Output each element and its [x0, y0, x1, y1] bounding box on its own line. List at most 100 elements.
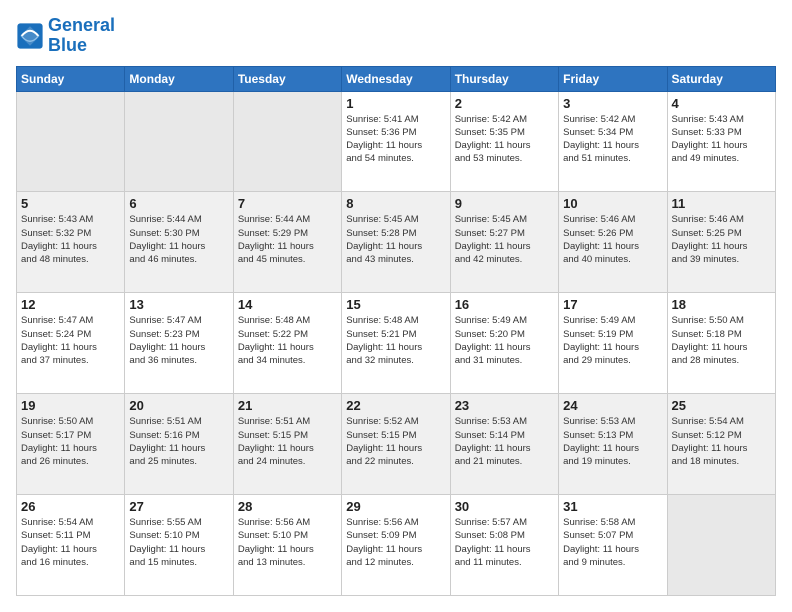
- weekday-header-monday: Monday: [125, 66, 233, 91]
- day-number: 26: [21, 499, 120, 514]
- day-number: 3: [563, 96, 662, 111]
- calendar-cell: 8Sunrise: 5:45 AM Sunset: 5:28 PM Daylig…: [342, 192, 450, 293]
- day-info: Sunrise: 5:43 AM Sunset: 5:33 PM Dayligh…: [672, 113, 771, 166]
- day-info: Sunrise: 5:53 AM Sunset: 5:14 PM Dayligh…: [455, 415, 554, 468]
- day-info: Sunrise: 5:44 AM Sunset: 5:29 PM Dayligh…: [238, 213, 337, 266]
- day-number: 16: [455, 297, 554, 312]
- day-info: Sunrise: 5:47 AM Sunset: 5:23 PM Dayligh…: [129, 314, 228, 367]
- day-number: 27: [129, 499, 228, 514]
- day-info: Sunrise: 5:58 AM Sunset: 5:07 PM Dayligh…: [563, 516, 662, 569]
- calendar-week-row: 26 Sunrise: 5:54 AM Sunset: 5:11 PM Dayli…: [17, 495, 776, 596]
- day-number: 12: [21, 297, 120, 312]
- calendar-cell: [233, 91, 341, 192]
- day-number: 13: [129, 297, 228, 312]
- logo-icon: [16, 22, 44, 50]
- calendar-cell: 1Sunrise: 5:41 AM Sunset: 5:36 PM Daylig…: [342, 91, 450, 192]
- calendar-cell: 16 Sunrise: 5:49 AM Sunset: 5:20 PM Dayli…: [450, 293, 558, 394]
- day-info: Sunrise: 5:46 AM Sunset: 5:26 PM Dayligh…: [563, 213, 662, 266]
- logo: General Blue: [16, 16, 115, 56]
- calendar-cell: 21 Sunrise: 5:51 AM Sunset: 5:15 PM Dayli…: [233, 394, 341, 495]
- calendar-cell: 2 Sunrise: 5:42 AM Sunset: 5:35 PM Daylig…: [450, 91, 558, 192]
- calendar-cell: 6 Sunrise: 5:44 AM Sunset: 5:30 PM Daylig…: [125, 192, 233, 293]
- day-info: Sunrise: 5:54 AM Sunset: 5:12 PM Dayligh…: [672, 415, 771, 468]
- day-number: 29: [346, 499, 445, 514]
- calendar-cell: [17, 91, 125, 192]
- calendar-cell: 11 Sunrise: 5:46 AM Sunset: 5:25 PM Dayli…: [667, 192, 775, 293]
- day-number: 17: [563, 297, 662, 312]
- day-info: Sunrise: 5:53 AM Sunset: 5:13 PM Dayligh…: [563, 415, 662, 468]
- calendar-cell: 18 Sunrise: 5:50 AM Sunset: 5:18 PM Dayli…: [667, 293, 775, 394]
- weekday-header-wednesday: Wednesday: [342, 66, 450, 91]
- calendar-cell: 28 Sunrise: 5:56 AM Sunset: 5:10 PM Dayli…: [233, 495, 341, 596]
- day-info: Sunrise: 5:51 AM Sunset: 5:15 PM Dayligh…: [238, 415, 337, 468]
- day-number: 14: [238, 297, 337, 312]
- day-info: Sunrise: 5:42 AM Sunset: 5:35 PM Dayligh…: [455, 113, 554, 166]
- calendar-cell: 4 Sunrise: 5:43 AM Sunset: 5:33 PM Daylig…: [667, 91, 775, 192]
- day-info: Sunrise: 5:47 AM Sunset: 5:24 PM Dayligh…: [21, 314, 120, 367]
- day-number: 22: [346, 398, 445, 413]
- calendar-cell: 29 Sunrise: 5:56 AM Sunset: 5:09 PM Dayli…: [342, 495, 450, 596]
- calendar-cell: 31Sunrise: 5:58 AM Sunset: 5:07 PM Dayli…: [559, 495, 667, 596]
- calendar-week-row: 19 Sunrise: 5:50 AM Sunset: 5:17 PM Dayli…: [17, 394, 776, 495]
- day-number: 7: [238, 196, 337, 211]
- calendar-cell: 23 Sunrise: 5:53 AM Sunset: 5:14 PM Dayli…: [450, 394, 558, 495]
- day-info: Sunrise: 5:56 AM Sunset: 5:10 PM Dayligh…: [238, 516, 337, 569]
- calendar-cell: 24 Sunrise: 5:53 AM Sunset: 5:13 PM Dayli…: [559, 394, 667, 495]
- calendar-cell: 27 Sunrise: 5:55 AM Sunset: 5:10 PM Dayli…: [125, 495, 233, 596]
- weekday-header-tuesday: Tuesday: [233, 66, 341, 91]
- weekday-header-saturday: Saturday: [667, 66, 775, 91]
- day-number: 20: [129, 398, 228, 413]
- logo-line1: General: [48, 16, 115, 36]
- calendar-cell: 7 Sunrise: 5:44 AM Sunset: 5:29 PM Daylig…: [233, 192, 341, 293]
- calendar-cell: 3 Sunrise: 5:42 AM Sunset: 5:34 PM Daylig…: [559, 91, 667, 192]
- calendar-cell: 10Sunrise: 5:46 AM Sunset: 5:26 PM Dayli…: [559, 192, 667, 293]
- weekday-header-friday: Friday: [559, 66, 667, 91]
- day-number: 24: [563, 398, 662, 413]
- day-number: 21: [238, 398, 337, 413]
- calendar-cell: 13 Sunrise: 5:47 AM Sunset: 5:23 PM Dayli…: [125, 293, 233, 394]
- logo-line2: Blue: [48, 36, 115, 56]
- day-number: 15: [346, 297, 445, 312]
- day-number: 2: [455, 96, 554, 111]
- day-info: Sunrise: 5:52 AM Sunset: 5:15 PM Dayligh…: [346, 415, 445, 468]
- day-info: Sunrise: 5:46 AM Sunset: 5:25 PM Dayligh…: [672, 213, 771, 266]
- calendar-cell: 9 Sunrise: 5:45 AM Sunset: 5:27 PM Daylig…: [450, 192, 558, 293]
- day-number: 19: [21, 398, 120, 413]
- calendar-cell: 19 Sunrise: 5:50 AM Sunset: 5:17 PM Dayli…: [17, 394, 125, 495]
- calendar-cell: 5 Sunrise: 5:43 AM Sunset: 5:32 PM Daylig…: [17, 192, 125, 293]
- day-info: Sunrise: 5:42 AM Sunset: 5:34 PM Dayligh…: [563, 113, 662, 166]
- calendar-cell: 14Sunrise: 5:48 AM Sunset: 5:22 PM Dayli…: [233, 293, 341, 394]
- day-info: Sunrise: 5:50 AM Sunset: 5:17 PM Dayligh…: [21, 415, 120, 468]
- calendar-week-row: 12 Sunrise: 5:47 AM Sunset: 5:24 PM Dayli…: [17, 293, 776, 394]
- calendar-week-row: 1Sunrise: 5:41 AM Sunset: 5:36 PM Daylig…: [17, 91, 776, 192]
- day-info: Sunrise: 5:50 AM Sunset: 5:18 PM Dayligh…: [672, 314, 771, 367]
- calendar-cell: 20 Sunrise: 5:51 AM Sunset: 5:16 PM Dayli…: [125, 394, 233, 495]
- day-number: 11: [672, 196, 771, 211]
- calendar-cell: 26 Sunrise: 5:54 AM Sunset: 5:11 PM Dayli…: [17, 495, 125, 596]
- day-info: Sunrise: 5:56 AM Sunset: 5:09 PM Dayligh…: [346, 516, 445, 569]
- calendar-week-row: 5 Sunrise: 5:43 AM Sunset: 5:32 PM Daylig…: [17, 192, 776, 293]
- day-info: Sunrise: 5:43 AM Sunset: 5:32 PM Dayligh…: [21, 213, 120, 266]
- day-number: 1: [346, 96, 445, 111]
- day-info: Sunrise: 5:55 AM Sunset: 5:10 PM Dayligh…: [129, 516, 228, 569]
- day-number: 5: [21, 196, 120, 211]
- day-info: Sunrise: 5:51 AM Sunset: 5:16 PM Dayligh…: [129, 415, 228, 468]
- day-info: Sunrise: 5:45 AM Sunset: 5:27 PM Dayligh…: [455, 213, 554, 266]
- day-number: 18: [672, 297, 771, 312]
- day-info: Sunrise: 5:48 AM Sunset: 5:21 PM Dayligh…: [346, 314, 445, 367]
- day-number: 4: [672, 96, 771, 111]
- calendar-table: SundayMondayTuesdayWednesdayThursdayFrid…: [16, 66, 776, 596]
- calendar-cell: 25Sunrise: 5:54 AM Sunset: 5:12 PM Dayli…: [667, 394, 775, 495]
- day-info: Sunrise: 5:49 AM Sunset: 5:19 PM Dayligh…: [563, 314, 662, 367]
- day-number: 6: [129, 196, 228, 211]
- day-info: Sunrise: 5:49 AM Sunset: 5:20 PM Dayligh…: [455, 314, 554, 367]
- day-number: 9: [455, 196, 554, 211]
- weekday-header-sunday: Sunday: [17, 66, 125, 91]
- day-info: Sunrise: 5:44 AM Sunset: 5:30 PM Dayligh…: [129, 213, 228, 266]
- day-number: 8: [346, 196, 445, 211]
- day-number: 28: [238, 499, 337, 514]
- day-info: Sunrise: 5:54 AM Sunset: 5:11 PM Dayligh…: [21, 516, 120, 569]
- weekday-header-row: SundayMondayTuesdayWednesdayThursdayFrid…: [17, 66, 776, 91]
- day-number: 23: [455, 398, 554, 413]
- day-info: Sunrise: 5:57 AM Sunset: 5:08 PM Dayligh…: [455, 516, 554, 569]
